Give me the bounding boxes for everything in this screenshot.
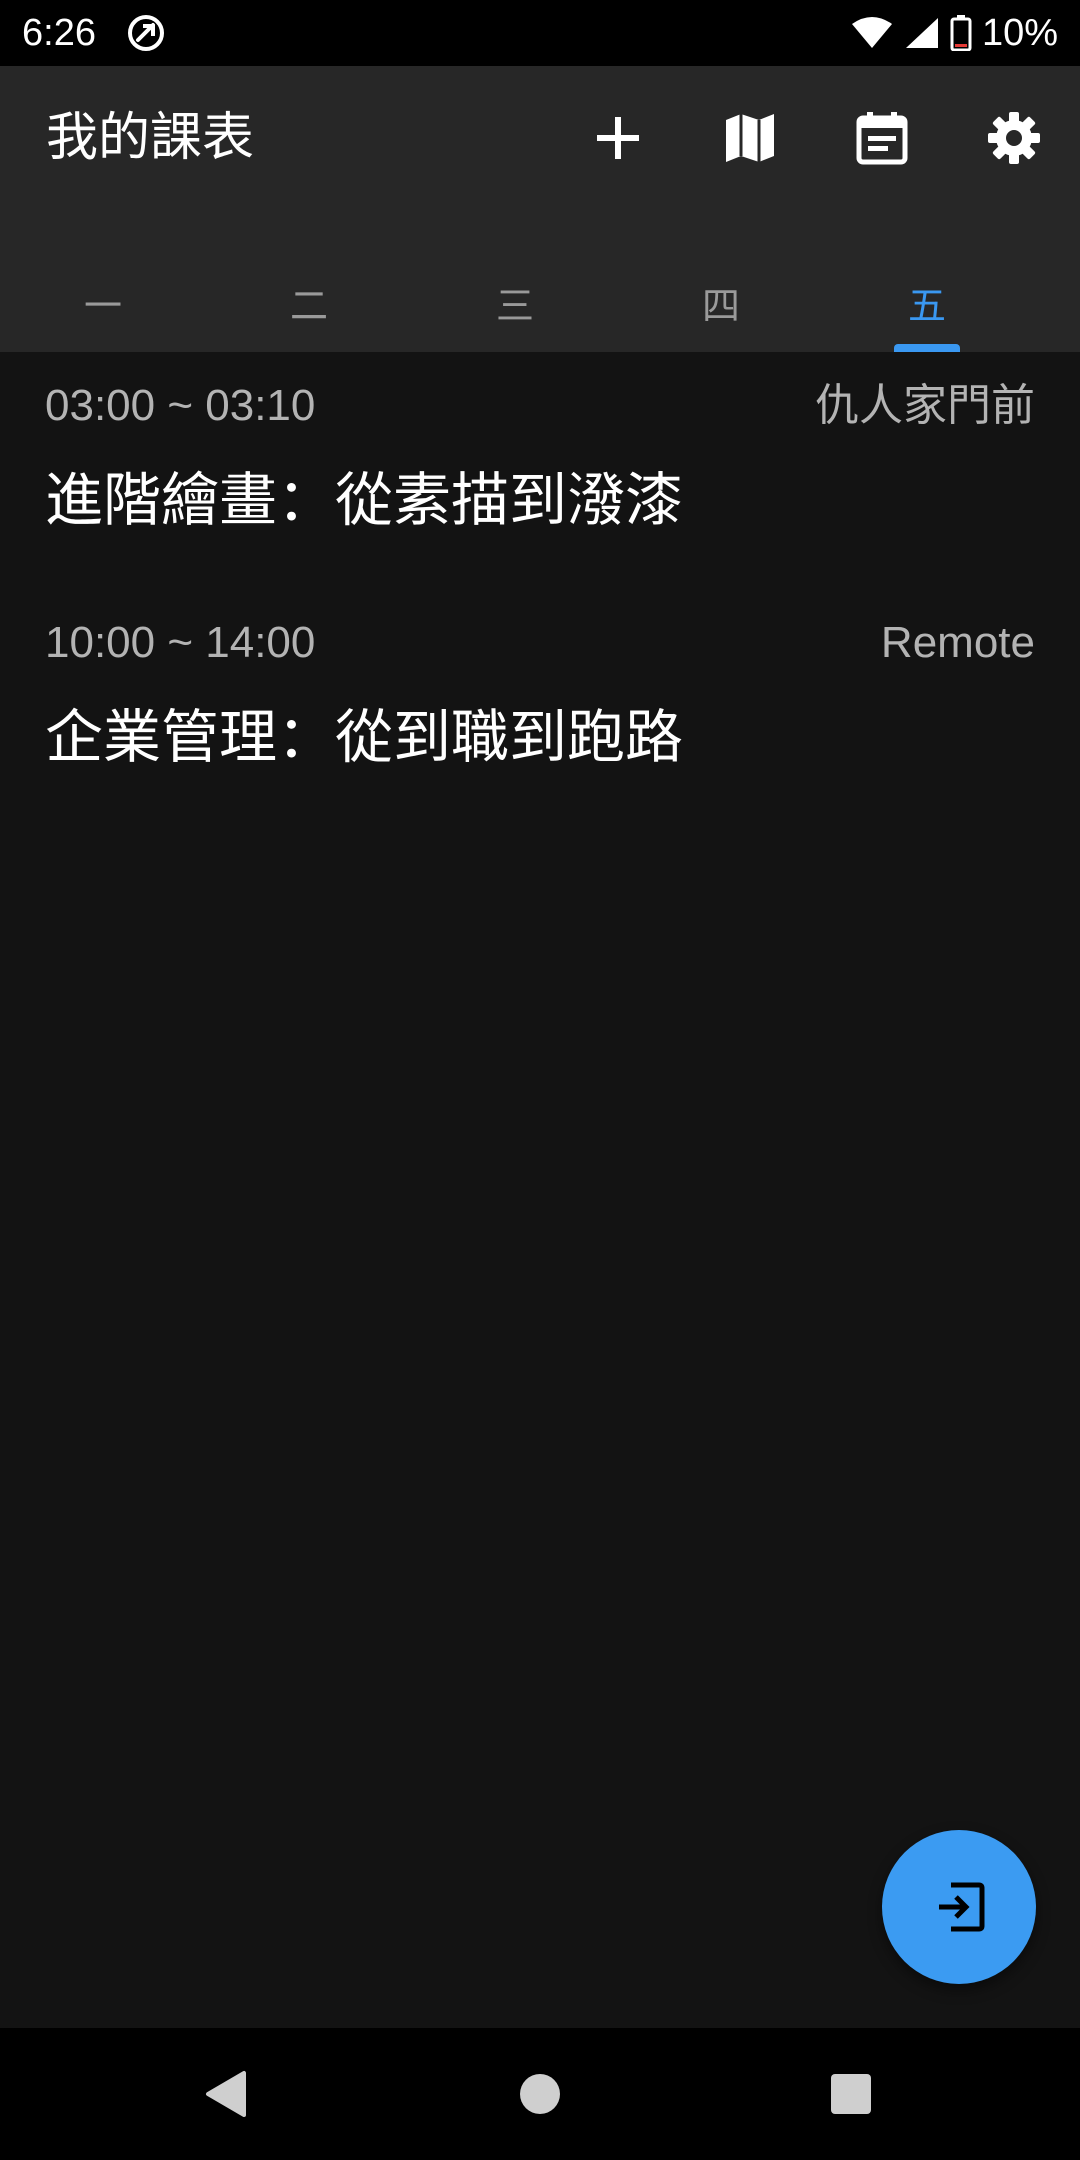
course-item[interactable]: 10:00 ~ 14:00 Remote 企業管理：從到職到跑路 <box>0 589 1080 826</box>
tab-tuesday[interactable]: 二 <box>206 252 412 352</box>
status-icons: 10% <box>850 8 1058 58</box>
course-location: Remote <box>880 618 1035 667</box>
add-button[interactable] <box>580 100 656 176</box>
map-icon <box>726 114 774 162</box>
tab-thursday[interactable]: 四 <box>618 252 824 352</box>
system-nav-bar <box>0 2028 1080 2160</box>
course-item[interactable]: 03:00 ~ 03:10 仇人家門前 進階繪畫：從素描到潑漆 <box>0 352 1080 589</box>
recents-icon <box>831 2074 871 2114</box>
course-name: 進階繪畫：從素描到潑漆 <box>45 466 684 534</box>
tab-label: 二 <box>289 283 328 328</box>
tab-label: 三 <box>495 283 534 328</box>
app-notification-icon <box>128 15 164 51</box>
wifi-icon <box>851 17 892 48</box>
status-time: 6:26 <box>22 12 96 54</box>
course-time: 10:00 ~ 14:00 <box>45 618 316 667</box>
exit-to-app-icon <box>939 1882 985 1932</box>
screen: 6:26 10% 我的課表 一 二 三 四 五 03:00 ~ 03:10 仇人… <box>0 0 1080 2160</box>
app-title: 我的課表 <box>46 108 255 168</box>
signal-icon <box>905 18 938 48</box>
tab-label: 五 <box>907 283 946 328</box>
app-bar: 我的課表 一 二 三 四 五 <box>0 66 1080 352</box>
tab-indicator <box>894 344 960 352</box>
course-name: 企業管理：從到職到跑路 <box>45 703 684 771</box>
tab-label: 一 <box>83 283 122 328</box>
tab-friday[interactable]: 五 <box>824 252 1030 352</box>
tab-wednesday[interactable]: 三 <box>412 252 618 352</box>
tab-label: 四 <box>701 283 740 328</box>
home-icon <box>520 2074 560 2114</box>
battery-icon <box>950 15 972 51</box>
recents-button[interactable] <box>811 2054 891 2134</box>
status-bar: 6:26 10% <box>0 0 1080 66</box>
home-button[interactable] <box>500 2054 580 2134</box>
course-time: 03:00 ~ 03:10 <box>45 381 316 430</box>
calendar-icon <box>856 112 908 165</box>
settings-icon <box>988 112 1040 164</box>
tab-monday[interactable]: 一 <box>0 252 206 352</box>
calendar-button[interactable] <box>844 100 920 176</box>
back-icon <box>206 2071 246 2117</box>
settings-button[interactable] <box>976 100 1052 176</box>
battery-percent: 10% <box>981 12 1058 54</box>
map-button[interactable] <box>712 100 788 176</box>
weekday-tabs: 一 二 三 四 五 <box>0 252 1080 352</box>
back-button[interactable] <box>186 2054 266 2134</box>
add-icon <box>597 117 639 159</box>
course-list: 03:00 ~ 03:10 仇人家門前 進階繪畫：從素描到潑漆 10:00 ~ … <box>0 352 1080 826</box>
course-location: 仇人家門前 <box>815 381 1035 430</box>
exit-fab-button[interactable] <box>882 1830 1036 1984</box>
